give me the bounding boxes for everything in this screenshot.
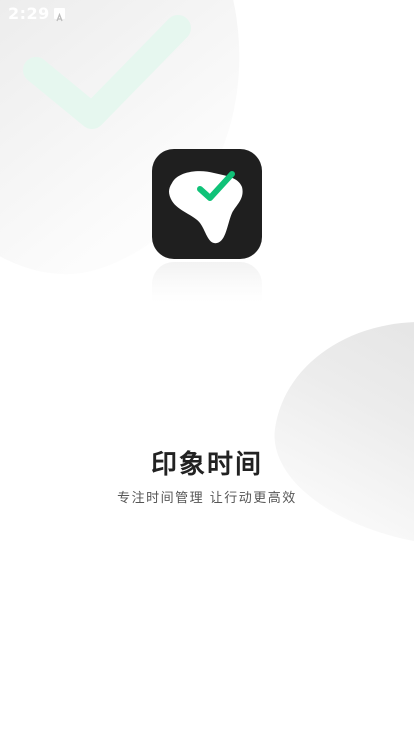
background-blob-right [262,302,414,562]
app-title: 印象时间 [150,450,263,480]
splash-screen: 2:29 印象时间 专注时间管理 让行动更高效 [0,0,414,736]
app-slogan: 专注时间管理 让行动更高效 [117,491,297,506]
a-letter-notification-icon [54,8,65,22]
app-logo-reflection [152,262,262,302]
status-time: 2:29 [8,4,50,23]
status-bar: 2:29 [0,0,414,28]
app-logo-icon [152,149,262,259]
